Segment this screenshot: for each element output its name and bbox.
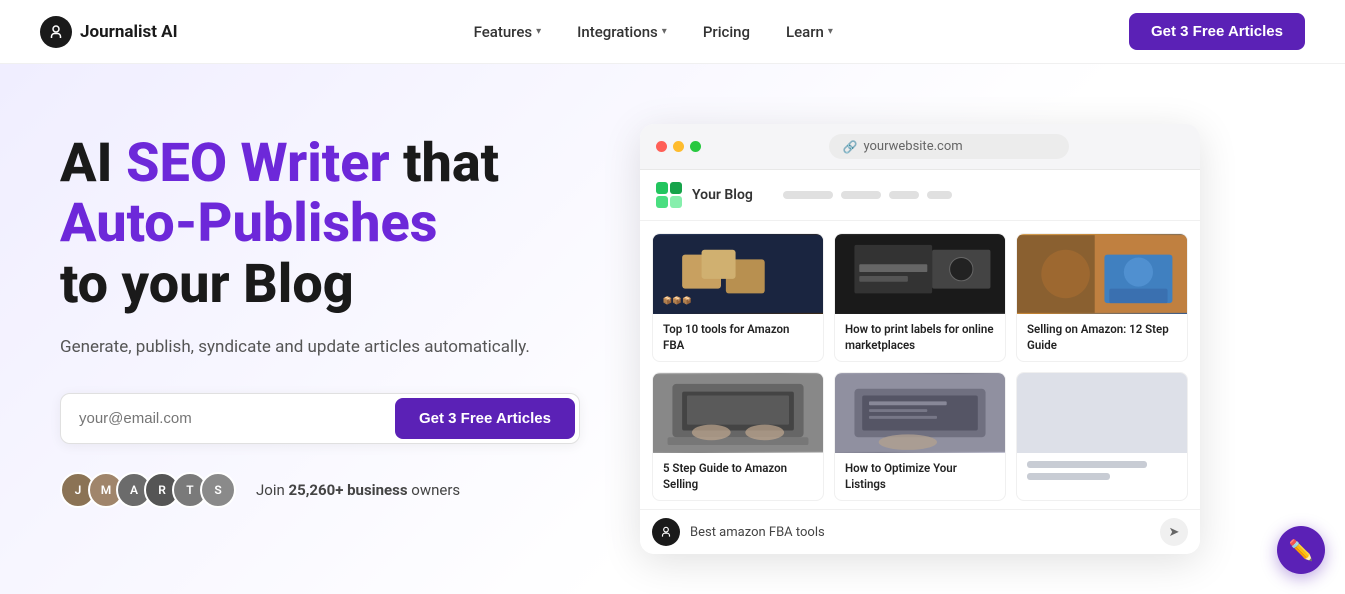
browser-search-bar[interactable]: Best amazon FBA tools ➤ [640, 509, 1200, 554]
card-image [1017, 373, 1187, 453]
hero-title-blog: to your Blog [60, 253, 354, 316]
chevron-down-icon: ▾ [828, 26, 833, 37]
link-icon: 🔗 [843, 140, 858, 154]
hero-title-that: that [390, 132, 499, 195]
logo-icon [40, 16, 72, 48]
nav-item-learn[interactable]: Learn ▾ [772, 15, 847, 49]
card-image [1017, 234, 1187, 314]
social-proof-text: Join 25,260+ business owners [256, 481, 460, 499]
card-image [653, 373, 823, 453]
minimize-dot [673, 141, 684, 152]
hero-title: AI SEO Writer that Auto-Publishes to you… [60, 134, 580, 315]
hero-title-autopublishes: Auto-Publishes [60, 192, 438, 255]
card-image [835, 373, 1005, 453]
navbar: Journalist AI Features ▾ Integrations ▾ … [0, 0, 1345, 64]
blog-card: How to print labels for online marketpla… [834, 233, 1006, 362]
blog-card: How to Optimize Your Listings [834, 372, 1006, 501]
hero-illustration: 🔗 yourwebsite.com Your Blog [580, 124, 1305, 554]
close-dot [656, 141, 667, 152]
hero-title-ai: AI [60, 132, 126, 195]
svg-text:📦📦📦: 📦📦📦 [663, 295, 692, 305]
maximize-dot [690, 141, 701, 152]
hero-subtitle: Generate, publish, syndicate and update … [60, 335, 580, 361]
card-image [835, 234, 1005, 314]
logo-text: Journalist AI [80, 22, 178, 42]
hero-title-seo-writer: SEO Writer [126, 132, 390, 195]
email-input[interactable] [65, 398, 395, 439]
hero-section: AI SEO Writer that Auto-Publishes to you… [0, 64, 1345, 594]
card-body: How to Optimize Your Listings [835, 453, 1005, 500]
blog-nav-lines [783, 191, 952, 199]
hero-content: AI SEO Writer that Auto-Publishes to you… [60, 124, 580, 508]
nav-line [927, 191, 952, 199]
blog-card: Selling on Amazon: 12 Step Guide [1016, 233, 1188, 362]
blog-article-grid: 📦📦📦 Top 10 tools for Amazon FBA [640, 221, 1200, 509]
blog-card: 5 Step Guide to Amazon Selling [652, 372, 824, 501]
chat-widget-button[interactable]: ✏️ [1277, 526, 1325, 574]
card-title: Top 10 tools for Amazon FBA [663, 322, 813, 353]
card-title: Selling on Amazon: 12 Step Guide [1027, 322, 1177, 353]
social-proof: J M A R T S Join 25,260+ business owners [60, 472, 580, 508]
nav-cta-button[interactable]: Get 3 Free Articles [1129, 13, 1305, 50]
chevron-down-icon: ▾ [536, 26, 541, 37]
browser-url-bar: 🔗 yourwebsite.com [829, 134, 1069, 159]
card-image: 📦📦📦 [653, 234, 823, 314]
avatar: S [200, 472, 236, 508]
browser-window: 🔗 yourwebsite.com Your Blog [640, 124, 1200, 554]
card-body: 5 Step Guide to Amazon Selling [653, 453, 823, 500]
card-title: 5 Step Guide to Amazon Selling [663, 461, 813, 492]
nav-links: Features ▾ Integrations ▾ Pricing Learn … [460, 15, 847, 49]
blog-card [1016, 372, 1188, 501]
browser-dots [656, 141, 701, 152]
logo-square [670, 196, 682, 208]
blog-site-title: Your Blog [692, 187, 753, 203]
search-submit-icon[interactable]: ➤ [1160, 518, 1188, 546]
nav-item-pricing[interactable]: Pricing [689, 15, 764, 49]
url-text: yourwebsite.com [863, 139, 962, 154]
logo-link[interactable]: Journalist AI [40, 16, 178, 48]
blog-card: 📦📦📦 Top 10 tools for Amazon FBA [652, 233, 824, 362]
card-body: Selling on Amazon: 12 Step Guide [1017, 314, 1187, 361]
card-body: Top 10 tools for Amazon FBA [653, 314, 823, 361]
chevron-down-icon: ▾ [662, 26, 667, 37]
card-body [1017, 453, 1187, 493]
logo-square [656, 196, 668, 208]
nav-line [841, 191, 881, 199]
nav-line [783, 191, 833, 199]
search-query-text: Best amazon FBA tools [690, 525, 1150, 540]
nav-item-integrations[interactable]: Integrations ▾ [563, 15, 681, 49]
avatar-group: J M A R T S [60, 472, 228, 508]
logo-square [670, 182, 682, 194]
logo-square [656, 182, 668, 194]
search-brand-icon [652, 518, 680, 546]
nav-line [889, 191, 919, 199]
browser-bar: 🔗 yourwebsite.com [640, 124, 1200, 170]
card-body: How to print labels for online marketpla… [835, 314, 1005, 361]
hero-cta-button[interactable]: Get 3 Free Articles [395, 398, 575, 439]
hero-email-form: Get 3 Free Articles [60, 393, 580, 444]
card-title: How to Optimize Your Listings [845, 461, 995, 492]
blog-header: Your Blog [640, 170, 1200, 221]
card-title: How to print labels for online marketpla… [845, 322, 995, 353]
nav-item-features[interactable]: Features ▾ [460, 15, 556, 49]
blog-logo [656, 182, 682, 208]
